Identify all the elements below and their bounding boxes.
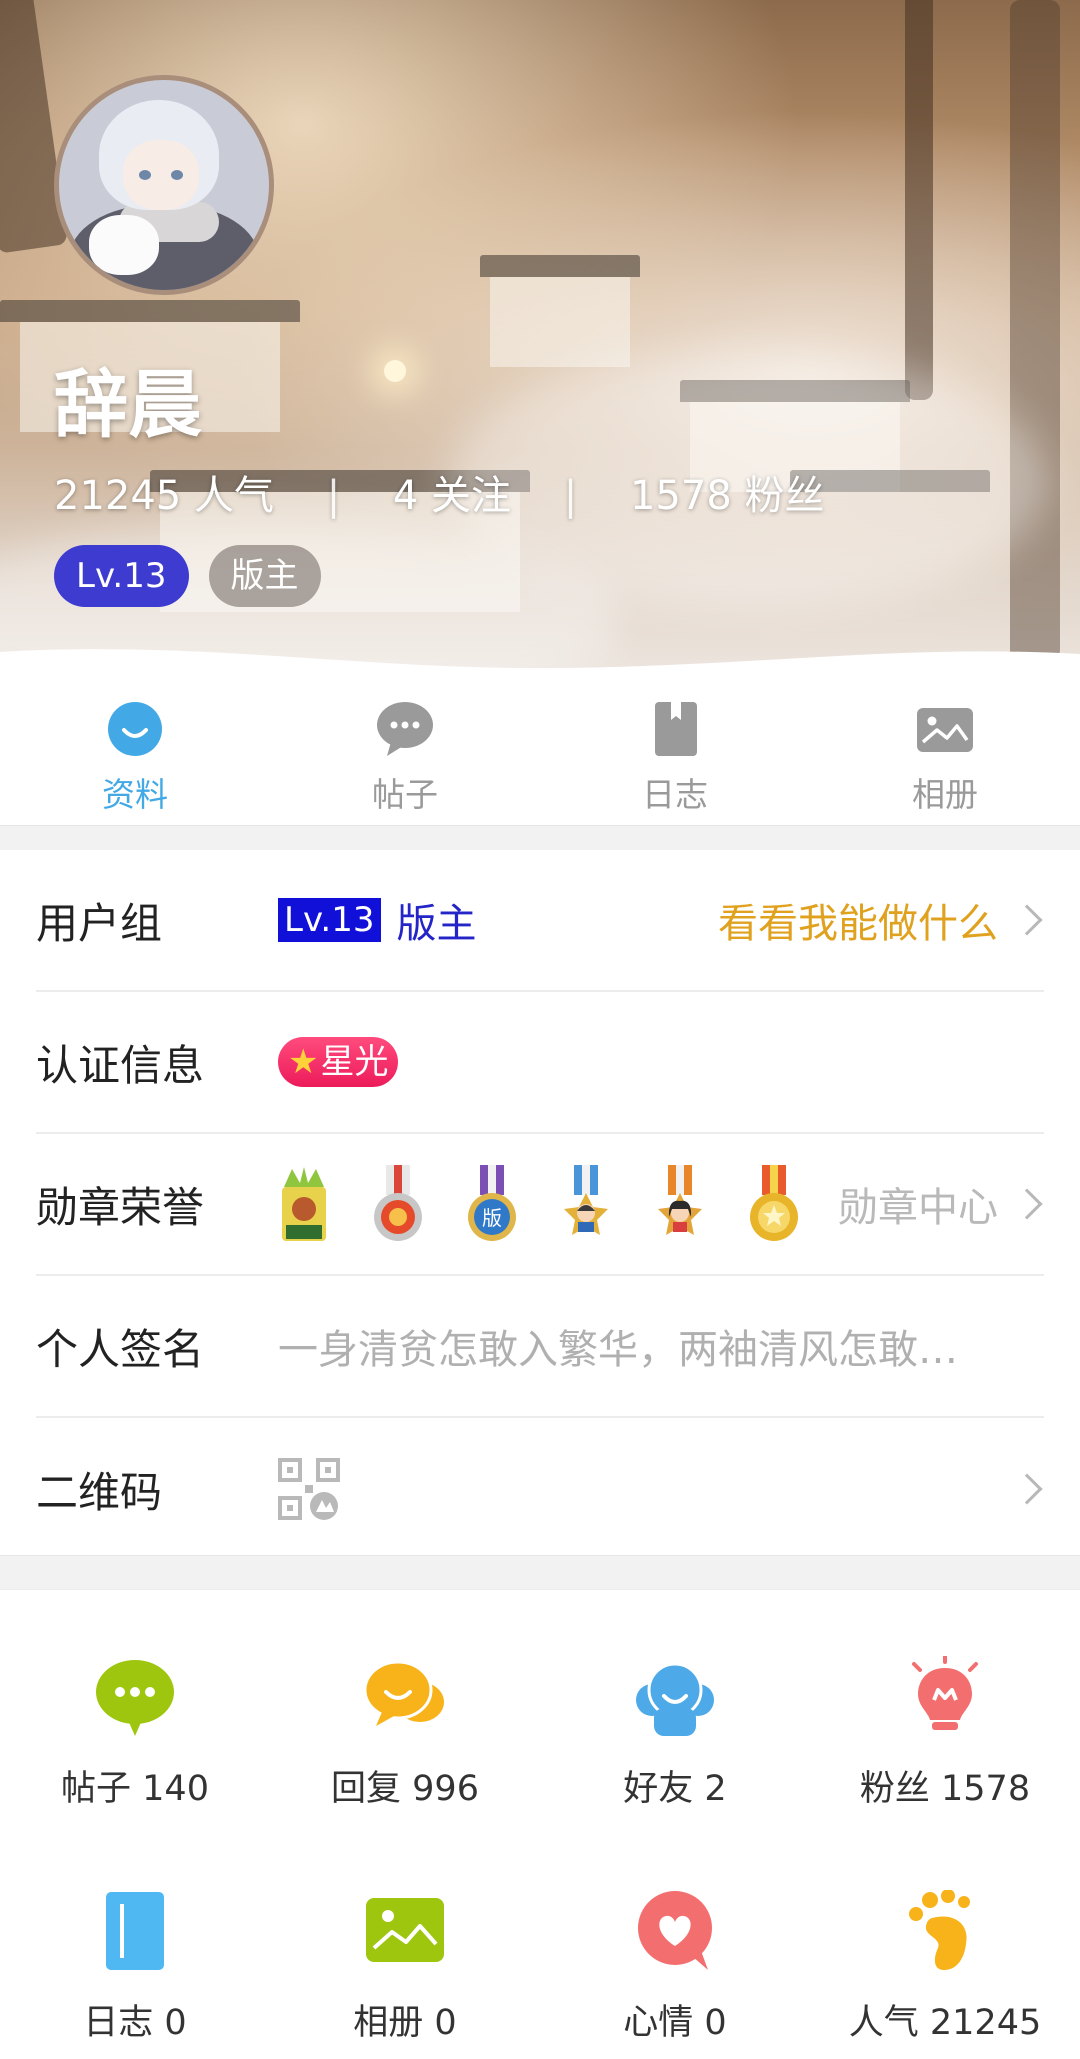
background-art [480,255,640,277]
album-icon [364,1890,446,1972]
profile-info-list: 用户组 Lv.13 版主 看看我能做什么 认证信息 ★ 星光 勋章荣誉 版 勋章… [0,850,1080,1560]
role-text: 版主 [396,901,477,947]
popularity-stat[interactable]: 21245 人气 [54,463,274,521]
tab-label: 资料 [102,775,168,814]
heart-medal-icon [372,1165,424,1243]
grid-item-album[interactable]: 相册 0 [270,1824,540,2058]
header-wave [0,649,1080,690]
starlight-badge: ★ 星光 [278,1037,399,1087]
grid-label: 日志 0 [83,2003,187,2043]
tab-profile[interactable]: 资料 [0,690,270,825]
grid-label: 回复 996 [331,1769,479,1809]
stat-separator: | [563,473,578,519]
image-icon [915,700,975,758]
row-label: 二维码 [36,1467,163,1517]
tab-posts[interactable]: 帖子 [270,690,540,825]
row-label: 个人签名 [36,1324,205,1374]
row-label: 勋章荣誉 [36,1182,205,1232]
activity-grid: 帖子 140 回复 996 好友 2 粉丝 1578 日志 0 相册 0 心情 … [0,1590,1080,2058]
fans-stat[interactable]: 1578 粉丝 [630,463,825,521]
avatar-art [139,170,151,180]
grid-label: 心情 0 [623,2003,727,2043]
signature-row: 个人签名 一身清贫怎敢入繁华，两袖清风怎敢… [36,1276,1044,1418]
role-badge: 版主 [208,545,321,607]
mood-icon [634,1890,716,1972]
tab-label: 日志 [642,775,708,814]
friends-icon [634,1656,716,1738]
level-tag: Lv.13 [278,898,381,942]
tab-album[interactable]: 相册 [810,690,1080,825]
background-art [0,300,300,322]
username: 辞晨 [54,362,202,448]
certification-row: 认证信息 ★ 星光 [36,992,1044,1134]
smile-icon [105,700,165,758]
fans-icon [904,1654,986,1738]
user-group-row[interactable]: 用户组 Lv.13 版主 看看我能做什么 [36,850,1044,992]
gold-medal-icon [748,1165,800,1243]
row-label: 认证信息 [36,1040,205,1090]
popularity-icon [904,1889,986,1972]
profile-stats: 21245 人气 | 4 关注 | 1578 粉丝 [54,463,825,521]
medals-row[interactable]: 勋章荣誉 版 勋章中心 [36,1134,1044,1276]
grid-item-mood[interactable]: 心情 0 [540,1824,810,2058]
what-can-i-do-link[interactable]: 看看我能做什么 [718,891,998,949]
tab-label: 相册 [912,775,978,814]
grid-item-posts[interactable]: 帖子 140 [0,1590,270,1824]
boy-medal-icon [560,1165,612,1243]
grid-label: 好友 2 [623,1769,727,1809]
grid-label: 人气 21245 [848,2003,1042,2043]
chat-bubble-icon [375,700,435,758]
profile-header: 辞晨 21245 人气 | 4 关注 | 1578 粉丝 Lv.13 版主 [0,0,1080,690]
avatar-art [89,215,159,275]
profile-tabs: 资料 帖子 日志 相册 [0,690,1080,825]
svg-text:版: 版 [482,1206,502,1230]
rich-medal-icon [278,1165,330,1243]
background-art [384,360,406,382]
section-divider [0,1555,1080,1590]
avatar[interactable] [54,75,274,295]
profile-badges: Lv.13 版主 [54,545,321,607]
grid-label: 相册 0 [353,2003,457,2043]
section-divider [0,825,1080,850]
level-badge: Lv.13 [54,545,189,607]
posts-icon [94,1656,176,1738]
grid-label: 帖子 140 [61,1769,209,1809]
diary-icon [94,1890,176,1972]
signature-text: 一身清贫怎敢入繁华，两袖清风怎敢… [278,1327,958,1373]
background-art [1010,0,1060,660]
avatar-art [171,170,183,180]
badge-text: 星光 [320,1042,389,1082]
background-art [905,0,933,400]
qrcode-row[interactable]: 二维码 [36,1418,1044,1560]
medal-center-link[interactable]: 勋章中心 [838,1175,998,1233]
grid-label: 粉丝 1578 [859,1769,1031,1809]
grid-item-diary[interactable]: 日志 0 [0,1824,270,2058]
grid-item-replies[interactable]: 回复 996 [270,1590,540,1824]
reply-icon [363,1656,446,1738]
tab-diary[interactable]: 日志 [540,690,810,825]
background-art [490,277,630,367]
tab-label: 帖子 [372,775,438,814]
girl-medal-icon [654,1165,706,1243]
grid-item-friends[interactable]: 好友 2 [540,1590,810,1824]
avatar-art [123,140,199,210]
row-label: 用户组 [36,898,163,948]
star-icon: ★ [288,1042,319,1082]
moderator-medal-icon: 版 [466,1165,518,1243]
grid-item-fans[interactable]: 粉丝 1578 [810,1590,1080,1824]
book-icon [645,700,705,758]
stat-separator: | [326,473,341,519]
qr-code-icon [278,1458,340,1520]
following-stat[interactable]: 4 关注 [393,463,511,521]
grid-item-popularity[interactable]: 人气 21245 [810,1824,1080,2058]
